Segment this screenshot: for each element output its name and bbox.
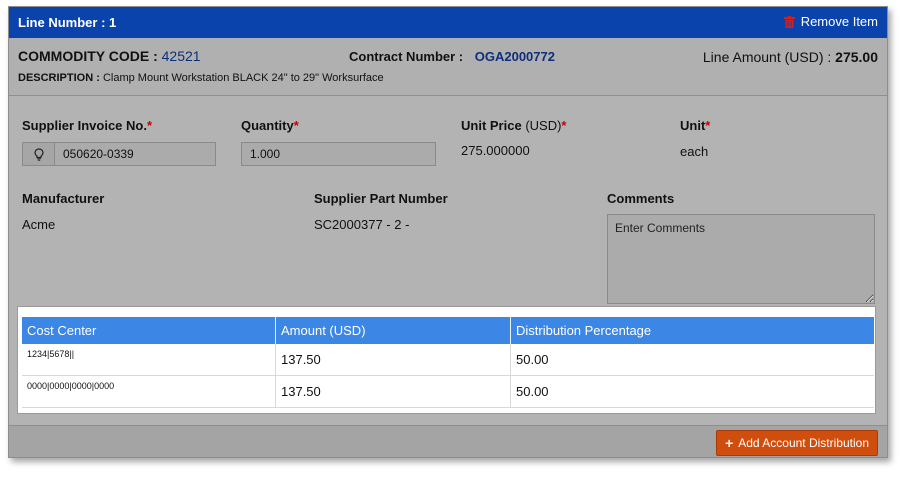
required-mark: * [293,118,299,133]
required-mark: * [561,118,567,133]
description-label: DESCRIPTION : [18,72,100,84]
table-row[interactable]: 1234|5678|| 137.50 50.00 [22,344,874,376]
line-amount-value: 275.00 [835,49,878,65]
table-header-row: Cost Center Amount (USD) Distribution Pe… [22,317,874,344]
description: DESCRIPTION : Clamp Mount Workstation BL… [18,72,384,84]
quantity-label-text: Quantity [241,118,294,133]
remove-item-button[interactable]: Remove Item [783,14,878,29]
unit-price-value: 275.000000 [461,143,530,158]
account-distribution-panel: Cost Center Amount (USD) Distribution Pe… [17,306,876,414]
line-number-title: Line Number : 1 [18,15,117,30]
invoice-label-text: Supplier Invoice No. [22,118,147,133]
quantity-input[interactable]: 1.000 [241,142,436,166]
manufacturer-label: Manufacturer [22,191,105,206]
add-account-distribution-button[interactable]: + Add Account Distribution [716,430,878,456]
supplier-part-value: SC2000377 - 2 - [314,217,410,232]
line-item-footer: + Add Account Distribution [9,425,887,457]
commodity-code-label: COMMODITY CODE : [18,48,158,64]
plus-icon: + [725,435,734,451]
required-mark: * [705,118,711,133]
cost-center-cell: 1234|5678|| [22,344,276,376]
manufacturer-value: Acme [22,217,56,232]
line-item-panel: Line Number : 1 Remove Item COMMODITY CO… [8,6,888,458]
percentage-cell: 50.00 [510,375,874,408]
required-mark: * [146,118,153,133]
cost-center-cell: 0000|0000|0000|0000 [22,375,276,408]
line-amount: Line Amount (USD) : 275.00 [703,49,878,65]
remove-item-label: Remove Item [800,14,878,29]
account-distribution-table: Cost Center Amount (USD) Distribution Pe… [22,317,874,408]
add-account-distribution-label: Add Account Distribution [738,436,869,450]
supplier-invoice-field[interactable]: 050620-0339 [22,142,216,166]
unit-price-label: Unit Price (USD)* [461,118,566,133]
contract-number: Contract Number : OGA2000772 [349,49,555,64]
commodity-code-value: 42521 [161,48,201,64]
lightbulb-icon[interactable] [23,143,55,165]
invoice-label: Supplier Invoice No.* [22,118,152,133]
line-item-header: COMMODITY CODE : 42521 DESCRIPTION : Cla… [9,38,887,96]
unit-label: Unit* [680,118,710,133]
comments-label: Comments [607,191,675,206]
percentage-cell: 50.00 [510,344,874,376]
column-header-amount[interactable]: Amount (USD) [275,317,511,344]
unit-price-currency: (USD) [525,118,562,133]
contract-number-value: OGA2000772 [474,49,555,64]
description-value: Clamp Mount Workstation BLACK 24" to 29"… [102,72,384,84]
unit-value: each [680,144,709,159]
amount-cell: 137.50 [275,344,511,376]
line-amount-label: Line Amount (USD) : [702,49,832,65]
supplier-invoice-value: 050620-0339 [63,147,134,161]
column-header-distribution-percentage[interactable]: Distribution Percentage [510,317,874,344]
amount-cell: 137.50 [275,375,511,408]
column-header-cost-center[interactable]: Cost Center [22,317,276,344]
unit-price-label-text: Unit Price [461,118,522,133]
line-item-titlebar: Line Number : 1 Remove Item [9,7,887,38]
trash-icon [783,15,795,28]
quantity-label: Quantity* [241,118,299,133]
commodity-code: COMMODITY CODE : 42521 [18,48,201,64]
supplier-part-label: Supplier Part Number [314,191,448,206]
table-row[interactable]: 0000|0000|0000|0000 137.50 50.00 [22,375,874,408]
comments-textarea[interactable] [607,214,875,304]
unit-label-text: Unit [680,118,706,133]
contract-number-label: Contract Number : [349,49,464,64]
